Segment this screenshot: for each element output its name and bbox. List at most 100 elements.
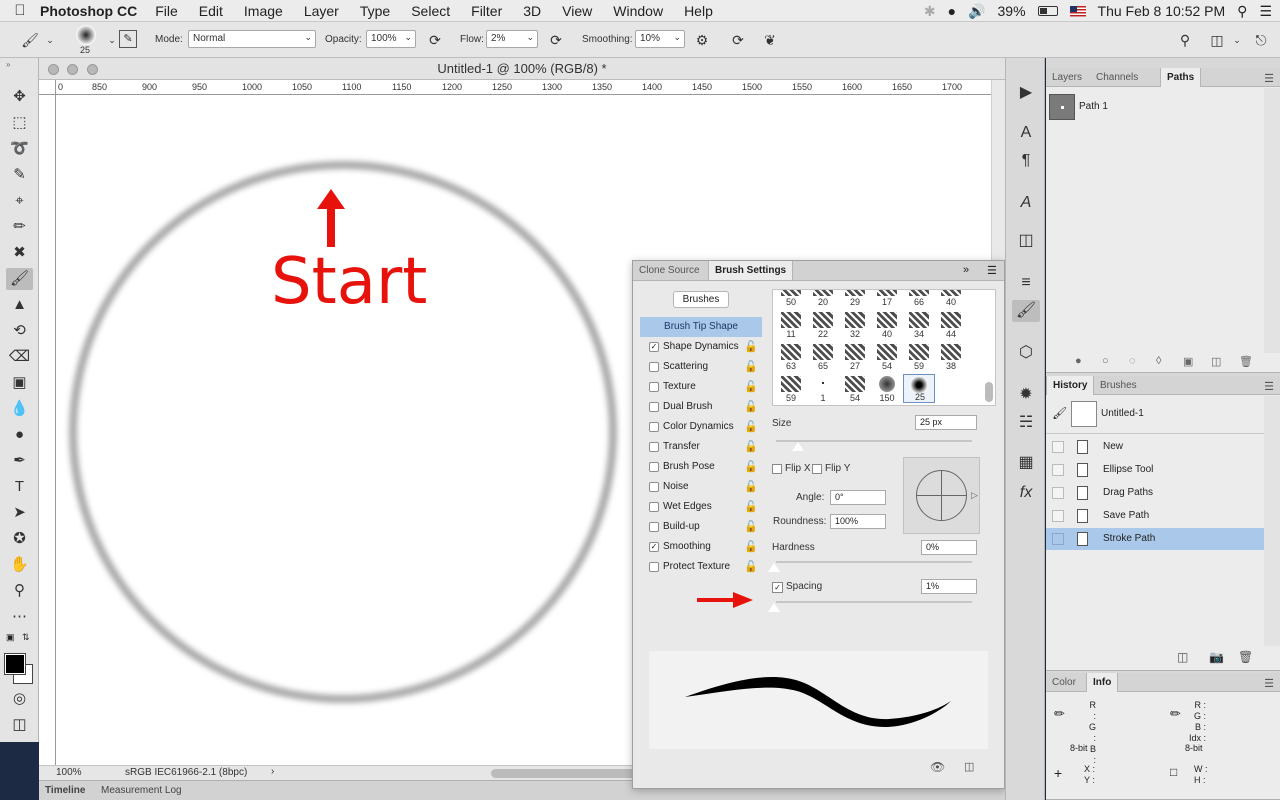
- path-row[interactable]: Path 1: [1046, 88, 1264, 126]
- brush-tip[interactable]: 40: [871, 310, 903, 339]
- menu-image[interactable]: Image: [244, 3, 283, 19]
- healing-brush-tool-icon[interactable]: ✖: [6, 242, 33, 264]
- chevron-down-icon[interactable]: ⌄: [40, 30, 60, 50]
- brush-tip[interactable]: 38: [935, 342, 967, 371]
- share-icon[interactable]: ⎋: [1251, 30, 1271, 50]
- lock-icon[interactable]: 🔓: [744, 357, 758, 377]
- option-noise[interactable]: Noise 🔓: [640, 477, 762, 497]
- history-snapshot[interactable]: 🖌 Untitled-1: [1046, 396, 1264, 434]
- brush-panel-toggle-icon[interactable]: ✎: [119, 30, 137, 48]
- checkbox[interactable]: [649, 522, 659, 532]
- symmetry-butterfly-icon[interactable]: ❦: [760, 30, 780, 50]
- type-tool-icon[interactable]: T: [6, 476, 33, 498]
- size-slider-thumb[interactable]: [792, 442, 804, 451]
- checkbox[interactable]: [649, 562, 659, 572]
- play-actions-icon[interactable]: ▶: [1012, 82, 1040, 104]
- history-state-selected[interactable]: Stroke Path: [1046, 528, 1264, 550]
- minimize-window-button[interactable]: [67, 64, 78, 75]
- collapse-toolbar-icon[interactable]: »: [6, 60, 10, 69]
- paths-scrollbar[interactable]: [1264, 88, 1280, 353]
- quick-select-tool-icon[interactable]: ✎: [6, 164, 33, 186]
- option-shape-dynamics[interactable]: ✓ Shape Dynamics 🔓: [640, 337, 762, 357]
- workspace-icon[interactable]: ◫: [1207, 30, 1227, 50]
- history-state[interactable]: New: [1046, 436, 1264, 458]
- history-brush-checkbox[interactable]: [1052, 510, 1064, 522]
- tab-info[interactable]: Info: [1086, 673, 1119, 692]
- spacing-field[interactable]: 1%: [921, 579, 977, 594]
- tab-clone-source[interactable]: Clone Source: [633, 261, 706, 280]
- swatches-panel-icon[interactable]: ▦: [1012, 452, 1040, 474]
- gradient-tool-icon[interactable]: ▣: [6, 372, 33, 394]
- checkbox-checked-icon[interactable]: ✓: [649, 542, 659, 552]
- brushes-button[interactable]: Brushes: [673, 291, 729, 308]
- lock-icon[interactable]: 🔓: [744, 377, 758, 397]
- chevron-down-icon[interactable]: ⌄: [1227, 30, 1247, 50]
- load-as-selection-icon[interactable]: ◌: [1129, 355, 1136, 367]
- menu-view[interactable]: View: [562, 3, 592, 19]
- checkbox[interactable]: [649, 422, 659, 432]
- lasso-tool-icon[interactable]: ➰: [6, 138, 33, 160]
- camera-snapshot-icon[interactable]: 📷: [1209, 650, 1224, 664]
- checkbox-checked-icon[interactable]: ✓: [649, 342, 659, 352]
- brush-tip[interactable]: 11: [775, 310, 807, 339]
- history-state[interactable]: Drag Paths: [1046, 482, 1264, 504]
- brush-tip[interactable]: 150: [871, 374, 903, 403]
- roundness-field[interactable]: 100%: [830, 514, 886, 529]
- history-brush-checkbox[interactable]: [1052, 464, 1064, 476]
- option-transfer[interactable]: Transfer 🔓: [640, 437, 762, 457]
- checkbox[interactable]: [649, 482, 659, 492]
- zoom-level[interactable]: 100%: [56, 767, 82, 778]
- path-name[interactable]: Path 1: [1079, 101, 1108, 112]
- smoothing-field[interactable]: 10% ⌄: [635, 30, 685, 48]
- menu-edit[interactable]: Edit: [199, 3, 223, 19]
- tab-color[interactable]: Color: [1046, 673, 1082, 692]
- zoom-tool-icon[interactable]: ⚲: [6, 580, 33, 602]
- delete-path-trash-icon[interactable]: 🗑: [1239, 355, 1253, 368]
- history-brush-checkbox[interactable]: [1052, 487, 1064, 499]
- checkbox[interactable]: [649, 502, 659, 512]
- eraser-tool-icon[interactable]: ⌫: [6, 346, 33, 368]
- checkbox[interactable]: [649, 442, 659, 452]
- paragraph-panel-icon[interactable]: ¶: [1012, 150, 1040, 172]
- tab-measurement-log[interactable]: Measurement Log: [95, 781, 188, 800]
- brush-tip[interactable]: 59: [903, 342, 935, 371]
- lock-icon[interactable]: 🔓: [744, 517, 758, 537]
- checkbox[interactable]: [649, 462, 659, 472]
- brush-tip[interactable]: 40: [935, 290, 967, 307]
- eyedropper-right-icon[interactable]: ✏: [1170, 706, 1181, 722]
- horizontal-scrollbar[interactable]: [491, 769, 641, 778]
- tab-paths[interactable]: Paths: [1160, 68, 1202, 87]
- hardness-field[interactable]: 0%: [921, 540, 977, 555]
- vertical-ruler[interactable]: [39, 95, 56, 765]
- size-slider-track[interactable]: [776, 440, 972, 442]
- lock-icon[interactable]: 🔓: [744, 537, 758, 557]
- brushes-list-icon[interactable]: ≡: [1012, 272, 1040, 294]
- brush-tip[interactable]: 22: [807, 310, 839, 339]
- panel-menu-icon[interactable]: ☰: [987, 264, 997, 277]
- tab-history[interactable]: History: [1046, 376, 1095, 395]
- histogram-panel-icon[interactable]: ☵: [1012, 412, 1040, 434]
- create-new-path-icon[interactable]: ◫: [1211, 355, 1221, 368]
- horizontal-ruler[interactable]: 0 850 900 950 1000 1050 1100 1150 1200 1…: [56, 80, 991, 95]
- option-color-dynamics[interactable]: Color Dynamics 🔓: [640, 417, 762, 437]
- search-icon[interactable]: ⚲: [1175, 30, 1195, 50]
- pressure-size-icon[interactable]: ⟳: [728, 30, 748, 50]
- tab-timeline[interactable]: Timeline: [39, 781, 91, 800]
- spacing-slider-track[interactable]: [776, 601, 972, 603]
- dodge-tool-icon[interactable]: ●: [6, 424, 33, 446]
- spacing-slider-thumb[interactable]: [768, 603, 780, 612]
- angle-field[interactable]: 0°: [830, 490, 886, 505]
- checkbox[interactable]: [649, 382, 659, 392]
- fx-styles-icon[interactable]: fx: [1012, 482, 1040, 504]
- option-scattering[interactable]: Scattering 🔓: [640, 357, 762, 377]
- option-brush-tip-shape[interactable]: Brush Tip Shape: [640, 317, 762, 337]
- brush-tip[interactable]: 54: [839, 374, 871, 403]
- fill-path-icon[interactable]: ●: [1075, 355, 1082, 367]
- flip-x-checkbox[interactable]: [772, 464, 782, 474]
- history-scrollbar[interactable]: [1264, 396, 1280, 646]
- brush-tip[interactable]: 1: [807, 374, 839, 403]
- panel-menu-icon[interactable]: ☰: [1264, 72, 1274, 85]
- option-build-up[interactable]: Build-up 🔓: [640, 517, 762, 537]
- brush-tip[interactable]: 54: [871, 342, 903, 371]
- properties-panel-icon[interactable]: ◫: [1012, 230, 1040, 252]
